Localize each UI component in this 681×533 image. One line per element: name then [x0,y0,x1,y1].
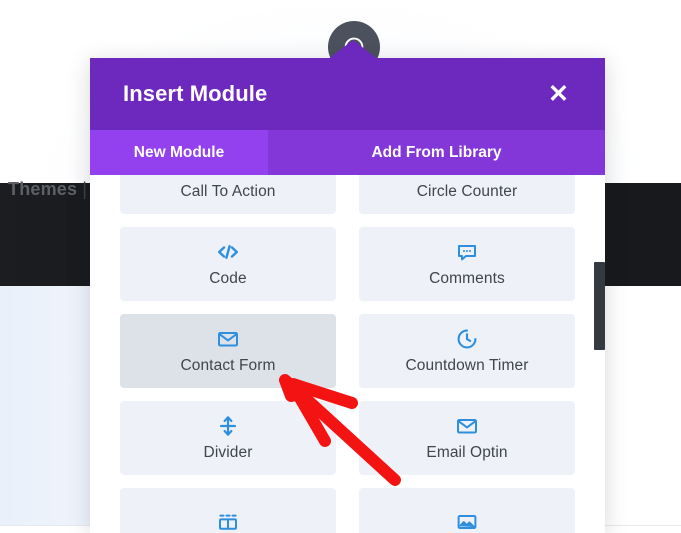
insert-module-modal: Insert Module ✕ New Module Add From Libr… [90,58,605,533]
page-title: Insert Module [123,81,268,106]
module-card-comments[interactable]: Comments [359,227,575,301]
background-breadcrumb: Themes | [8,179,92,200]
module-card-divider[interactable]: Divider [120,401,336,475]
tab-new-module[interactable]: New Module [90,130,268,175]
module-list-scroll-area[interactable]: Call To Action Circle Counter Code Comme… [90,175,605,533]
module-card-call-to-action[interactable]: Call To Action [120,175,336,214]
clock-icon [455,327,479,351]
portfolio-grid-icon [216,510,240,533]
tab-add-from-library[interactable]: Add From Library [268,130,605,175]
modal-header: Insert Module ✕ [90,58,605,130]
module-card-label: Call To Action [180,183,276,200]
module-card-label: Comments [429,270,505,287]
tab-new-module-label: New Module [133,143,225,161]
modal-pointer-notch [327,40,379,60]
tab-add-from-library-label: Add From Library [371,143,502,161]
screen: Themes | Insert Module ✕ New Module Add F… [0,0,681,533]
module-card-label: Contact Form [180,357,276,374]
module-card-label: Divider [203,444,253,461]
envelope-icon [455,414,479,438]
image-icon [455,510,479,533]
module-card-contact-form[interactable]: Contact Form [120,314,336,388]
module-list-scrollbar-thumb[interactable] [594,262,605,350]
megaphone-icon [216,175,240,177]
background-breadcrumb-label: Themes [8,179,78,199]
module-card-label: Email Optin [426,444,508,461]
percent-circle-icon [455,175,479,177]
module-card-countdown-timer[interactable]: Countdown Timer [359,314,575,388]
modal-tab-bar: New Module Add From Library [90,130,605,175]
module-grid: Call To Action Circle Counter Code Comme… [90,175,605,533]
module-card-circle-counter[interactable]: Circle Counter [359,175,575,214]
envelope-icon [216,327,240,351]
code-brackets-icon [215,240,241,264]
comment-bubble-icon [455,240,479,264]
module-card-label: Countdown Timer [405,357,529,374]
module-card-label: Circle Counter [416,183,518,200]
vertical-arrows-icon [216,414,240,438]
module-card-code[interactable]: Code [120,227,336,301]
module-card-email-optin[interactable]: Email Optin [359,401,575,475]
close-icon[interactable]: ✕ [544,80,573,109]
module-card-image[interactable] [359,488,575,533]
module-card-filterable-portfolio[interactable] [120,488,336,533]
background-right-white [606,286,681,533]
module-card-label: Code [209,270,247,287]
